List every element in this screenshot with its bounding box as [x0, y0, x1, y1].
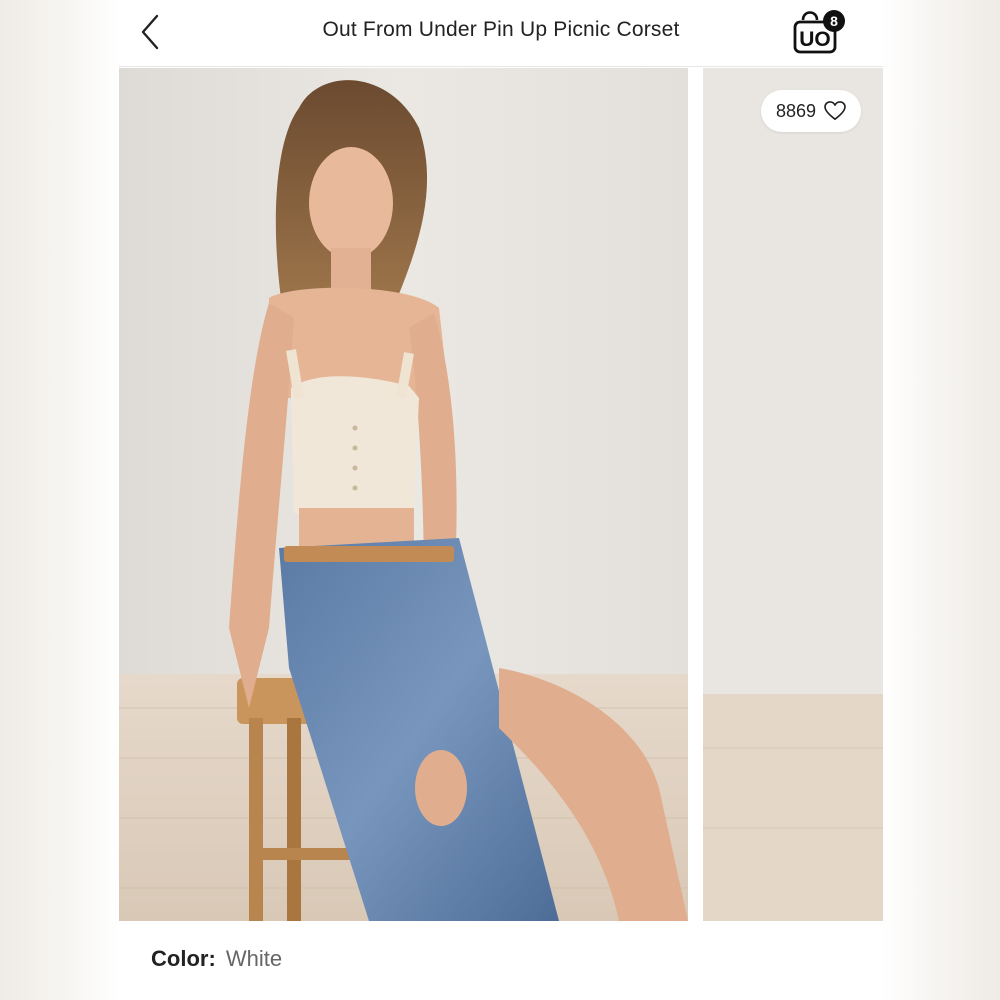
- color-label: Color:: [151, 946, 216, 971]
- back-button[interactable]: [133, 12, 167, 52]
- favorite-button[interactable]: 8869: [761, 90, 861, 132]
- heart-outline-icon: [824, 101, 846, 120]
- cart-button[interactable]: UO 8: [789, 6, 851, 58]
- brand-logo-text: UO: [799, 28, 831, 51]
- top-bar: Out From Under Pin Up Picnic Corset UO 8: [119, 0, 883, 67]
- product-photo-next[interactable]: [703, 68, 883, 921]
- cart-count-badge: 8: [823, 10, 845, 32]
- product-photo-main[interactable]: [119, 68, 688, 921]
- next-photo-illustration: [703, 68, 883, 921]
- model-photo-illustration: [119, 68, 688, 921]
- page-title: Out From Under Pin Up Picnic Corset: [322, 18, 680, 41]
- product-page: Out From Under Pin Up Picnic Corset UO 8: [119, 0, 883, 1000]
- favorites-count: 8869: [775, 100, 817, 121]
- chevron-left-icon: [141, 14, 159, 50]
- color-value: White: [225, 946, 283, 971]
- product-image-gallery[interactable]: 8869: [119, 68, 883, 921]
- color-selector: Color: White: [151, 946, 282, 972]
